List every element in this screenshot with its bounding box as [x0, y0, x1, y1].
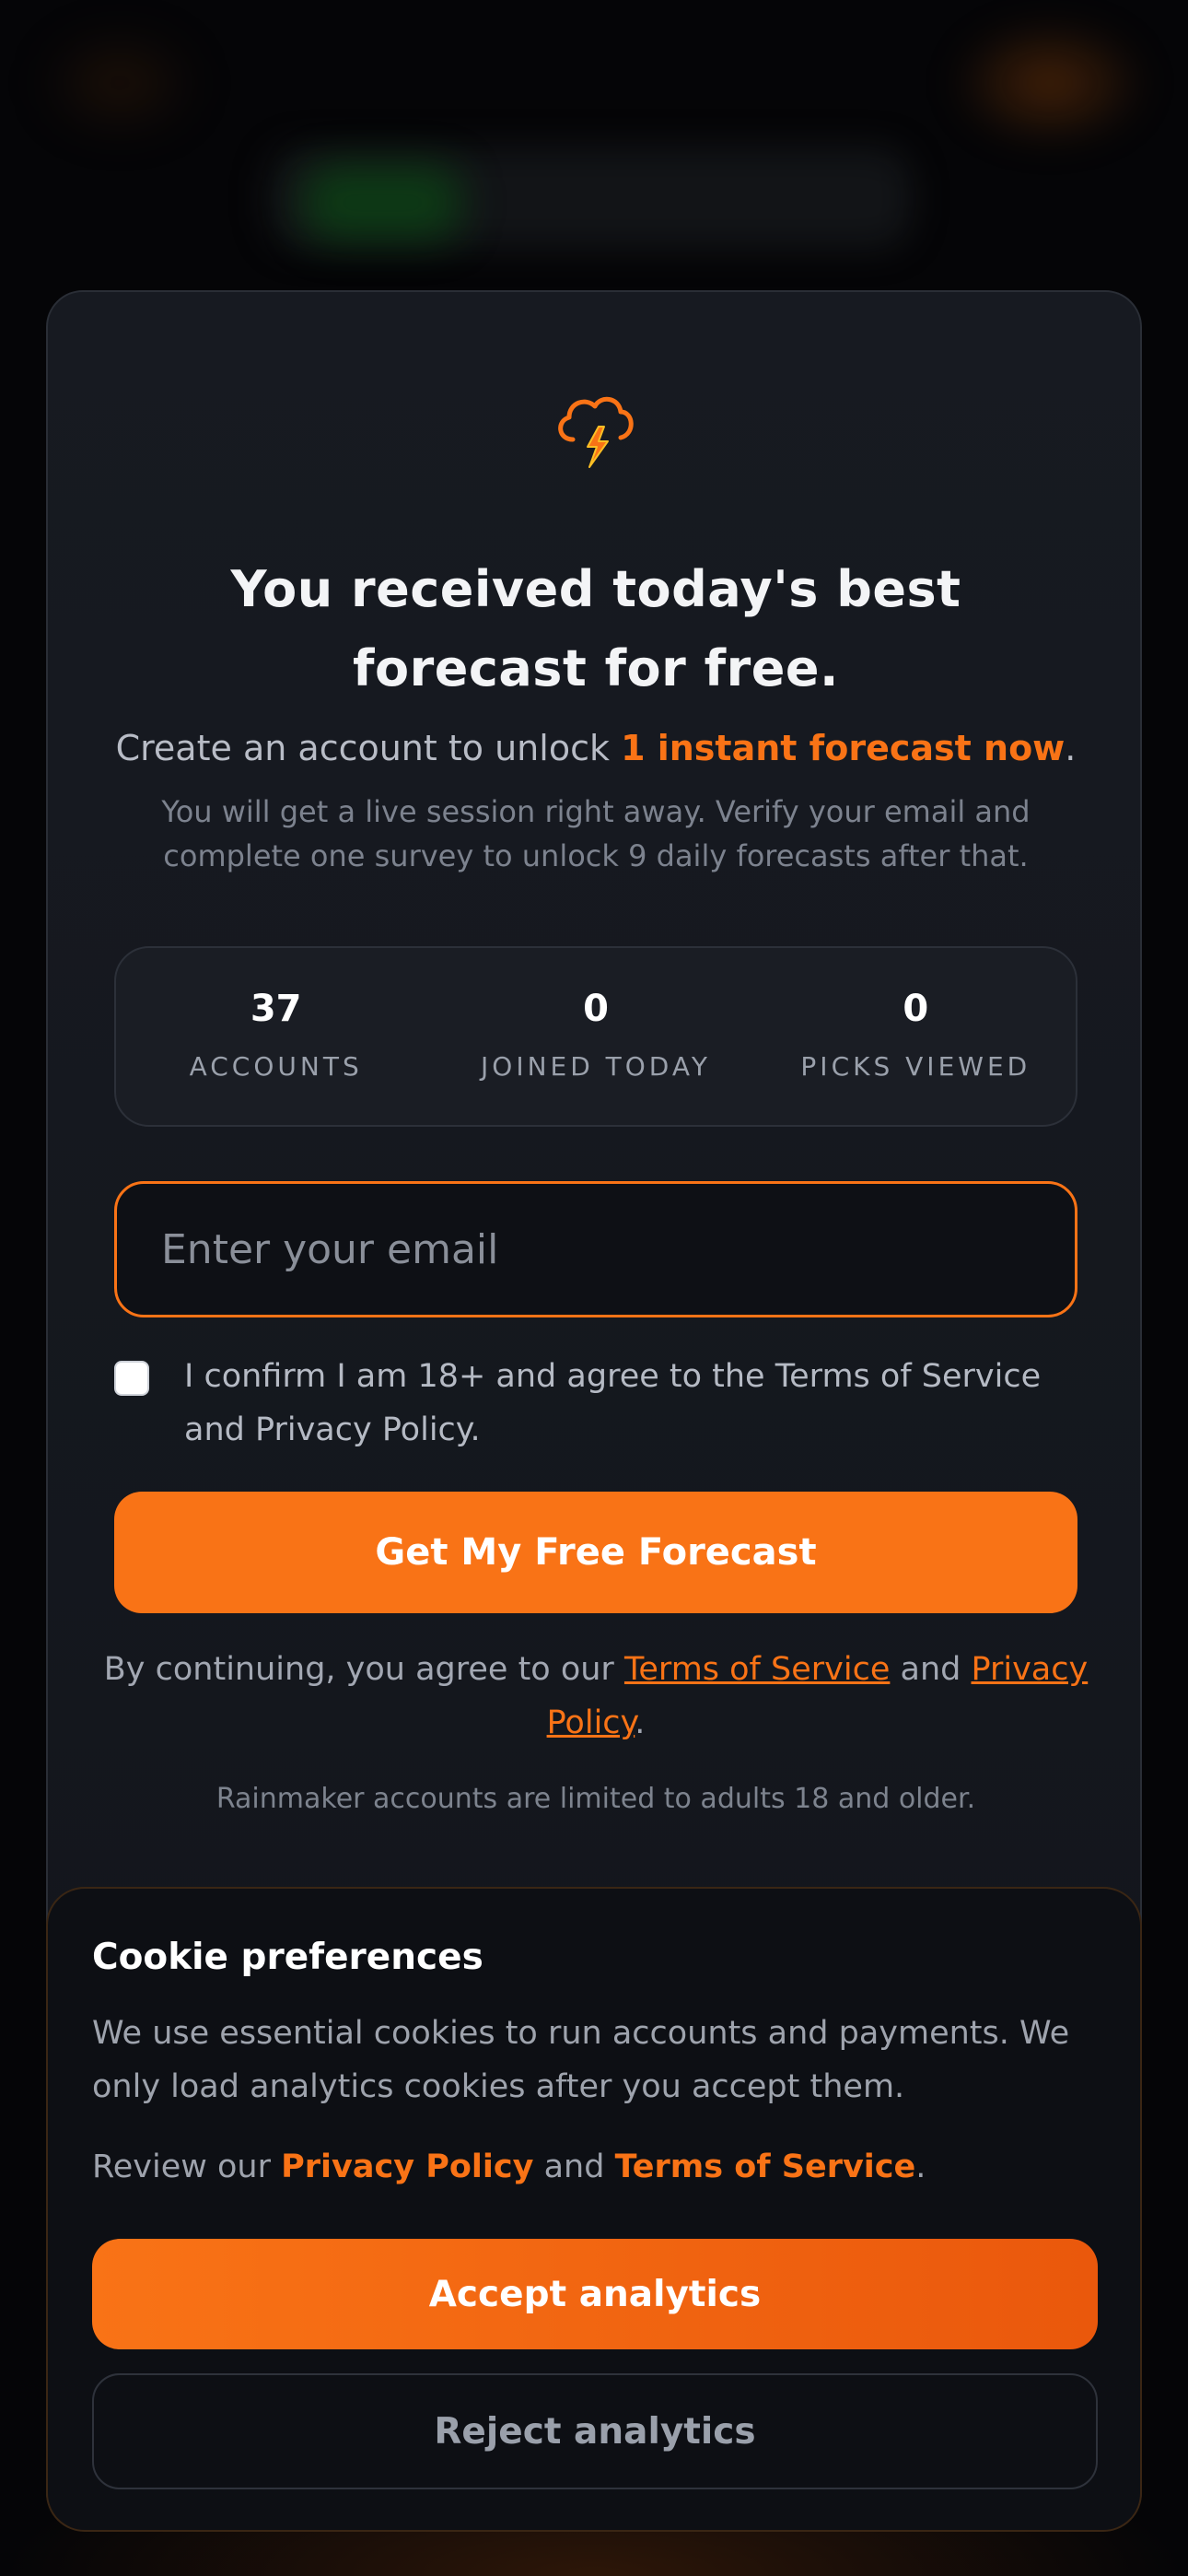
background-blur — [304, 166, 460, 240]
email-field[interactable] — [114, 1181, 1077, 1317]
stat-value: 0 — [903, 988, 929, 1030]
storm-cloud-lightning-icon — [558, 396, 634, 468]
cookie-terms-link[interactable]: Terms of Service — [615, 2149, 916, 2185]
stats-panel: 37 ACCOUNTS 0 JOINED TODAY 0 PICKS VIEWE… — [114, 946, 1077, 1127]
subtitle: Create an account to unlock 1 instant fo… — [115, 728, 1077, 768]
page-title: You received today's best forecast for f… — [230, 560, 961, 697]
consent-label: I confirm I am 18+ and agree to the Term… — [184, 1358, 1042, 1448]
get-forecast-button[interactable]: Get My Free Forecast — [114, 1492, 1077, 1613]
background-blur — [37, 28, 203, 138]
stat-value: 37 — [250, 988, 302, 1030]
terms-link[interactable]: Terms of Service — [624, 1651, 890, 1688]
stat-label: PICKS VIEWED — [800, 1051, 1031, 1082]
reject-analytics-button[interactable]: Reject analytics — [92, 2373, 1098, 2489]
stat-picks-viewed: 0 PICKS VIEWED — [756, 948, 1076, 1125]
age-restriction-note: Rainmaker accounts are limited to adults… — [215, 1783, 976, 1815]
cookie-privacy-link[interactable]: Privacy Policy — [281, 2149, 533, 2185]
cookie-banner: Cookie preferences We use essential cook… — [46, 1887, 1142, 2532]
consent-checkbox[interactable] — [114, 1361, 149, 1396]
stat-label: ACCOUNTS — [189, 1051, 363, 1082]
background-blur — [949, 18, 1151, 147]
cookie-description: We use essential cookies to run accounts… — [92, 2015, 1070, 2105]
stat-joined-today: 0 JOINED TODAY — [436, 948, 755, 1125]
stat-label: JOINED TODAY — [481, 1051, 711, 1082]
cookie-title: Cookie preferences — [92, 1937, 483, 1978]
offer-highlight: 1 instant forecast now — [621, 728, 1066, 768]
legal-notice: By continuing, you agree to our Terms of… — [103, 1651, 1089, 1741]
cookie-review-links: Review our Privacy Policy and Terms of S… — [92, 2149, 926, 2185]
stat-value: 0 — [583, 988, 609, 1030]
accept-analytics-button[interactable]: Accept analytics — [92, 2239, 1098, 2349]
stat-accounts: 37 ACCOUNTS — [116, 948, 436, 1125]
session-note: You will get a live session right away. … — [161, 794, 1031, 873]
